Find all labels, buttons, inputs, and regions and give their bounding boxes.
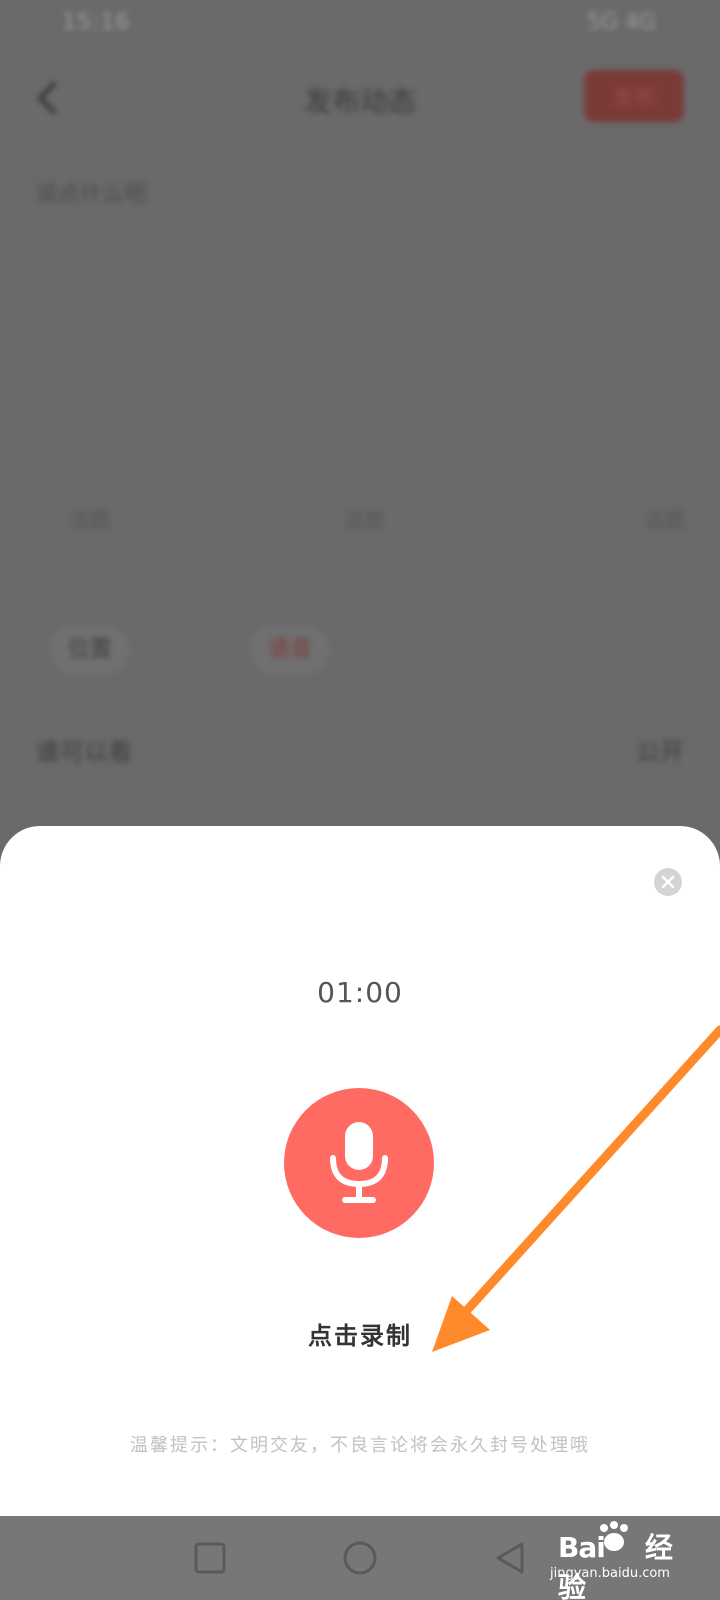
visibility-label: 谁可以看 [36,738,132,766]
topic-chip[interactable]: 话题 [330,498,398,542]
compose-divider [30,268,690,269]
status-network: 5G 4G [586,10,656,35]
visibility-row[interactable]: 谁可以看 公开 [0,728,720,772]
status-bar: 15:16 5G 4G [0,0,720,50]
close-icon [661,875,675,889]
visibility-value: 公开 [636,738,684,766]
warm-tip: 温馨提示：文明交友，不良言论将会永久封号处理哦 [130,1435,590,1456]
location-chip[interactable]: 位置 [50,625,131,675]
record-button[interactable] [284,1088,434,1238]
home-button[interactable] [338,1536,382,1580]
record-timer: 01:00 [317,976,403,1009]
topic-chip[interactable]: 话题 [630,498,698,542]
back-button[interactable] [488,1536,532,1580]
topic-row: 话题 话题 话题 [0,498,720,542]
tools-row: 位置 语音 [0,625,720,677]
triangle-back-icon [496,1542,524,1574]
compose-input[interactable]: 说点什么吧 [36,176,146,208]
voice-record-sheet: 01:00 点击录制 温馨提示：文明交友，不良言论将会永久封号处理哦 [0,826,720,1516]
status-time: 15:16 [62,10,131,35]
recent-apps-button[interactable] [188,1536,232,1580]
close-button[interactable] [654,868,682,896]
topic-chip[interactable]: 话题 [56,498,124,542]
record-label[interactable]: 点击录制 [0,1316,720,1351]
watermark-logo-text: Bai 经验 [558,1531,673,1600]
voice-chip[interactable]: 语音 [250,625,331,675]
square-icon [194,1542,226,1574]
microphone-icon [330,1122,388,1203]
circle-icon [343,1541,377,1575]
watermark-url: jingyan.baidu.com [550,1566,670,1581]
background-screen: 15:16 5G 4G 发布动态 发布 说点什么吧 话题 话题 话题 位置 语音… [0,0,720,880]
publish-button[interactable]: 发布 [584,70,684,122]
baidu-jingyan-watermark: Bai 经验 jingyan.baidu.com [540,1520,680,1600]
